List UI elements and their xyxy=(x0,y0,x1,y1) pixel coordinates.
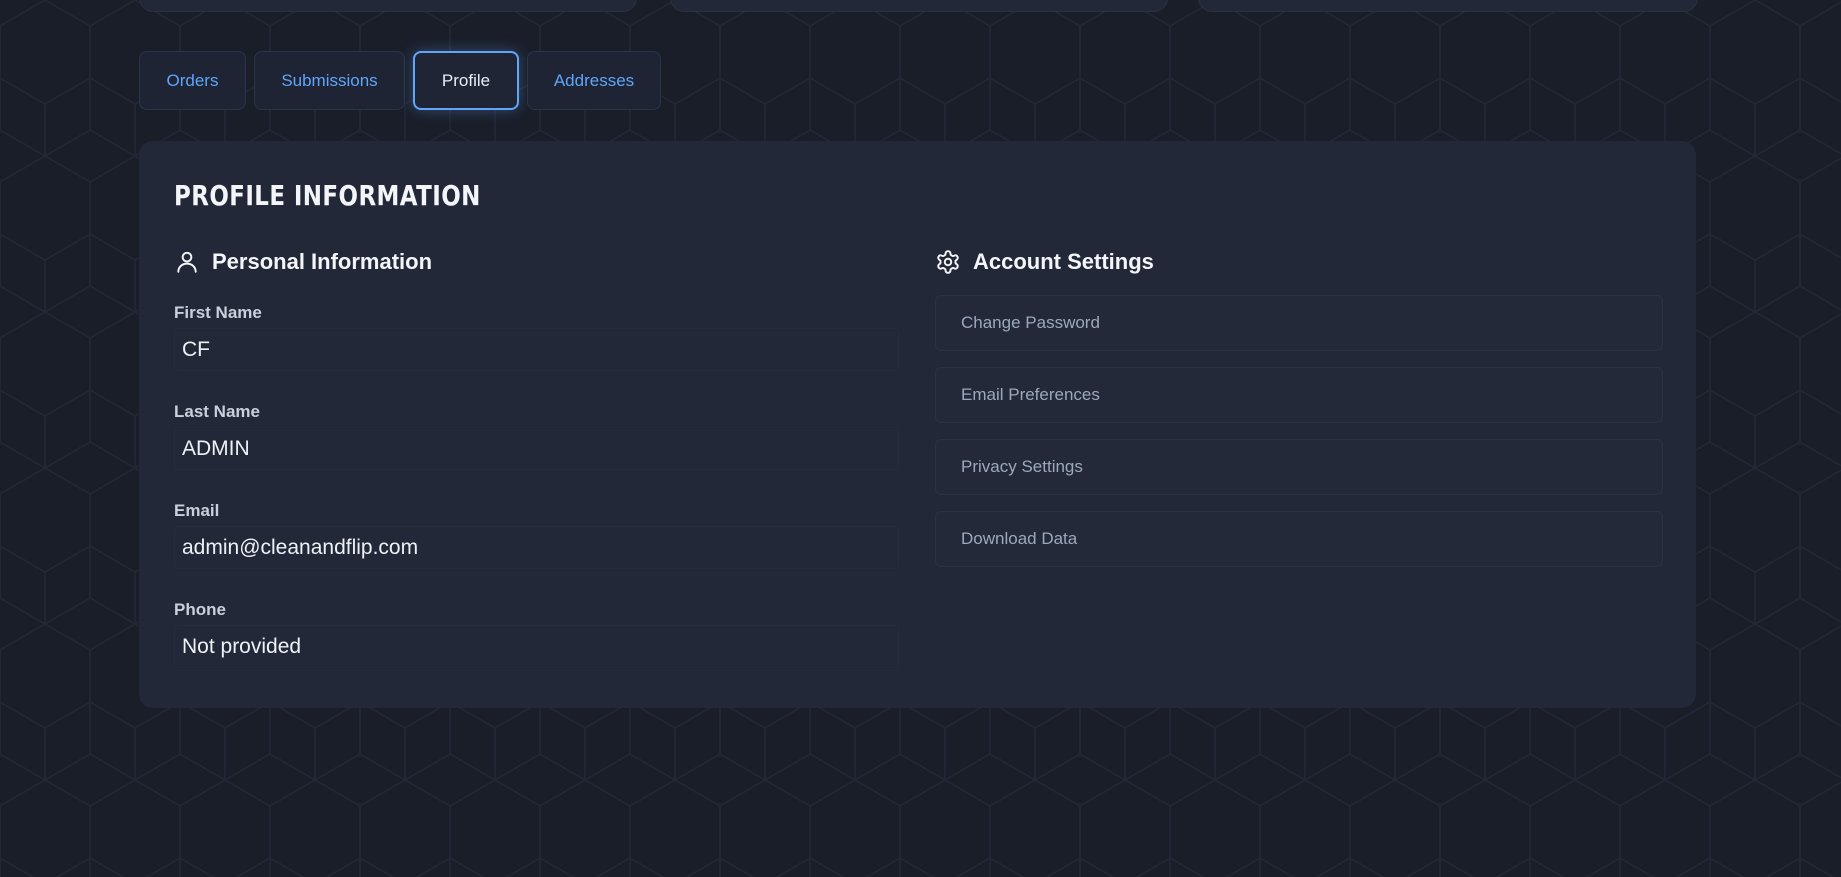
last-name-value: ADMIN xyxy=(174,427,899,470)
account-settings-header: Account Settings xyxy=(935,249,1154,275)
tab-submissions[interactable]: Submissions xyxy=(254,51,405,110)
gear-icon xyxy=(935,249,961,275)
email-preferences-button[interactable]: Email Preferences xyxy=(935,367,1663,423)
tab-orders[interactable]: Orders xyxy=(139,51,246,110)
phone-label: Phone xyxy=(174,600,226,619)
account-settings-heading: Account Settings xyxy=(973,249,1154,274)
page-title: Profile Information xyxy=(174,179,481,212)
stats-card xyxy=(670,0,1168,12)
tab-profile[interactable]: Profile xyxy=(413,51,519,110)
last-name-label: Last Name xyxy=(174,402,260,421)
user-icon xyxy=(174,249,200,275)
personal-information-header: Personal Information xyxy=(174,249,432,275)
email-label: Email xyxy=(174,501,220,520)
email-value: admin@cleanandflip.com xyxy=(174,526,899,569)
personal-information-heading: Personal Information xyxy=(212,249,433,274)
first-name-value: CF xyxy=(174,328,899,371)
download-data-button[interactable]: Download Data xyxy=(935,511,1663,567)
profile-panel: Profile Information Personal Information… xyxy=(139,141,1696,708)
phone-value: Not provided xyxy=(174,625,899,668)
tab-addresses[interactable]: Addresses xyxy=(527,51,661,110)
stats-card xyxy=(139,0,637,12)
change-password-button[interactable]: Change Password xyxy=(935,295,1663,351)
privacy-settings-button[interactable]: Privacy Settings xyxy=(935,439,1663,495)
first-name-label: First Name xyxy=(174,303,262,322)
stats-card xyxy=(1198,0,1698,12)
account-tabs: Orders Submissions Profile Addresses xyxy=(139,51,661,110)
